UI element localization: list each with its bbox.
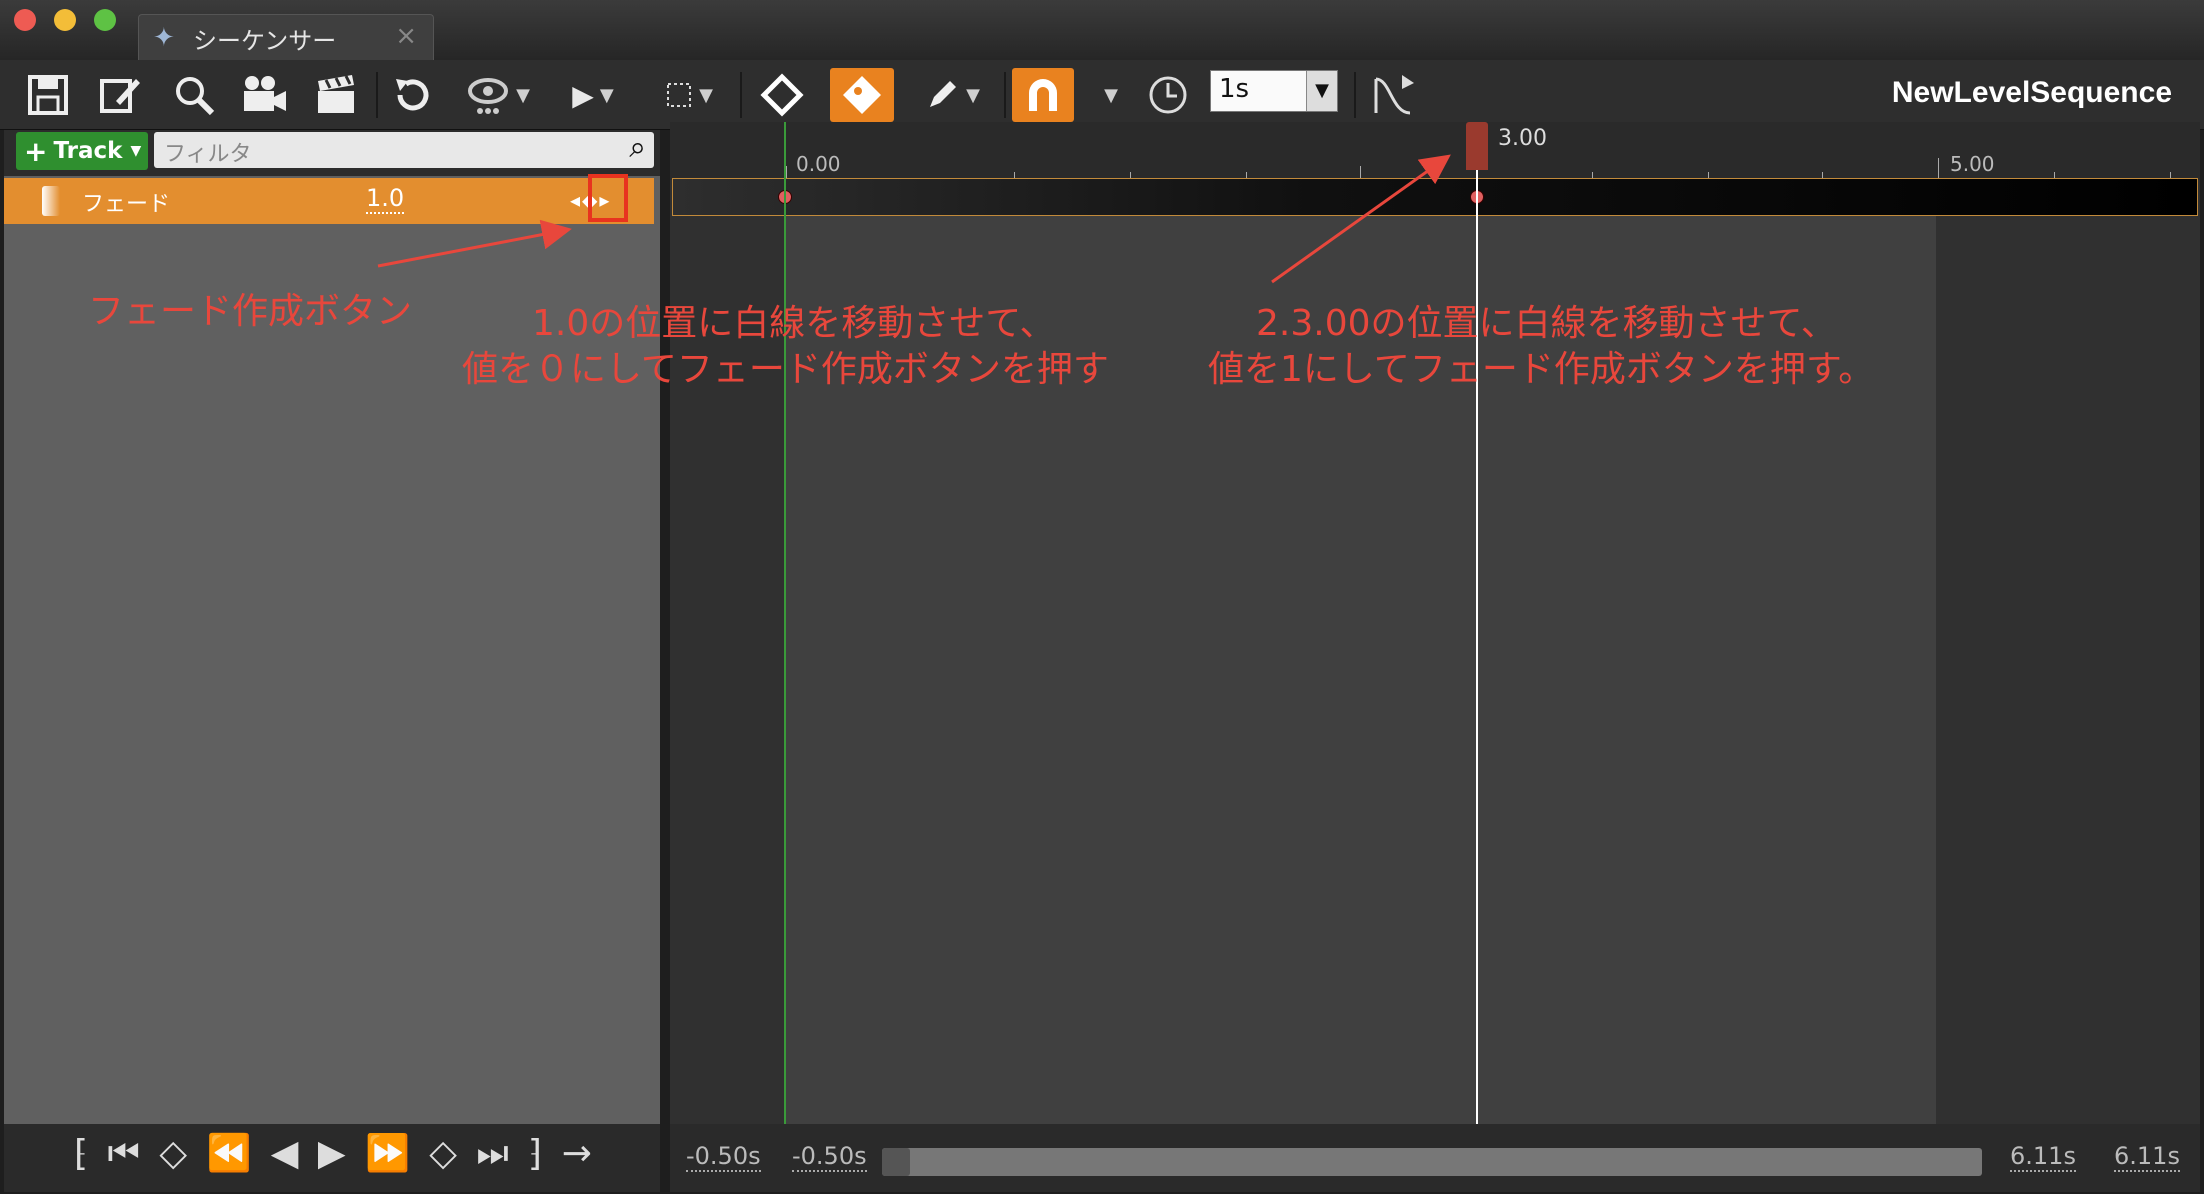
sequencer-icon: ✦	[153, 23, 175, 53]
selection-dropdown[interactable]: ▼	[656, 68, 722, 122]
chevron-down-icon: ▼	[966, 84, 980, 106]
playback-start-marker[interactable]	[784, 122, 786, 1124]
scrollbar-thumb[interactable]	[882, 1148, 910, 1176]
annotation-step2-line2: 値を1にしてフェード作成ボタンを押す。	[1208, 349, 1875, 390]
filter-placeholder: フィルタ	[164, 142, 252, 167]
view-start-field[interactable]: -0.50s	[686, 1142, 761, 1172]
camera-button[interactable]	[236, 68, 292, 122]
playback-end-field[interactable]: 6.11s	[2010, 1142, 2076, 1172]
pencil-icon	[930, 81, 957, 107]
search-icon	[176, 77, 215, 116]
key-all-button[interactable]	[752, 68, 812, 122]
save-icon	[28, 75, 68, 115]
annotation-step1-line2: 値を０にしてフェード作成ボタンを押す	[462, 349, 1109, 390]
playhead-time: 3.00	[1498, 126, 1547, 151]
edit-button[interactable]	[92, 68, 148, 122]
tab-label: シーケンサー	[193, 27, 337, 55]
play-dropdown[interactable]: ▶ ▼	[562, 68, 624, 122]
camera-icon	[244, 76, 286, 111]
close-window-button[interactable]	[14, 9, 36, 31]
curve-icon	[1374, 75, 1414, 115]
view-end-field[interactable]: 6.11s	[2114, 1142, 2180, 1172]
render-movie-button[interactable]	[308, 68, 364, 122]
fade-value-field[interactable]: 1.0	[366, 184, 405, 214]
annotation-step2-line1: 2.3.00の位置に白線を移動させて、	[1256, 303, 1837, 344]
curve-editor-button[interactable]	[1366, 68, 1422, 122]
playback-buttons[interactable]: ⁅ ⏮ ◇ ⏪ ◀ ▶ ⏩ ◇ ⏭ ⁆ →	[74, 1132, 596, 1175]
save-button[interactable]	[20, 68, 76, 122]
add-track-label: Track	[53, 138, 123, 164]
auto-key-button[interactable]	[830, 68, 894, 122]
chevron-down-icon: ▼	[130, 143, 142, 159]
snap-interval-select[interactable]: 1s ▼	[1210, 70, 1338, 112]
fade-track-icon	[42, 186, 60, 216]
filter-input[interactable]: フィルタ ⌕	[154, 130, 654, 168]
undo-icon	[396, 79, 429, 111]
snap-toggle-button[interactable]	[1012, 68, 1074, 122]
ruler-tick	[1938, 158, 1939, 178]
pre-range-region	[670, 122, 784, 1124]
sequence-name: NewLevelSequence	[1891, 76, 2172, 109]
selection-icon	[667, 83, 692, 107]
add-key-highlight	[588, 174, 628, 222]
annotation-fade-button: フェード作成ボタン	[88, 291, 413, 332]
post-range-region	[1936, 122, 2200, 1124]
clock-icon	[1149, 76, 1187, 114]
track-label: フェード	[82, 192, 171, 217]
track-list-panel: + Track ▼ フィルタ ⌕ フェード 1.0 ◂◆▸	[4, 130, 660, 1124]
chevron-down-icon: ▼	[699, 84, 713, 106]
maximize-window-button[interactable]	[94, 9, 116, 31]
minimize-window-button[interactable]	[54, 9, 76, 31]
view-range-bar: -0.50s -0.50s 6.11s 6.11s	[670, 1124, 2200, 1192]
key-diamond-icon	[760, 73, 804, 117]
search-icon: ⌕	[629, 130, 646, 165]
snap-options-dropdown[interactable]: ▼	[1094, 68, 1122, 122]
track-row-fade[interactable]: フェード 1.0 ◂◆▸	[4, 174, 654, 224]
chevron-down-icon: ▼	[1306, 71, 1337, 111]
eye-icon	[468, 78, 509, 114]
ruler-label-5: 5.00	[1950, 152, 1995, 176]
transport-controls: ⁅ ⏮ ◇ ⏪ ◀ ▶ ⏩ ◇ ⏭ ⁆ →	[4, 1124, 660, 1192]
edit-icon	[100, 79, 140, 113]
clapperboard-icon	[318, 75, 354, 113]
window-titlebar: ✦ シーケンサー ×	[0, 0, 2204, 60]
chevron-down-icon: ▼	[516, 84, 530, 106]
undo-button[interactable]	[384, 68, 440, 122]
toolbar: ▼ ▶ ▼ ▼ ▼ ▼ 1s ▼ NewLevelSequence	[0, 60, 2204, 130]
chevron-down-icon: ▼	[599, 84, 614, 106]
add-track-button[interactable]: + Track ▼	[16, 132, 148, 170]
visibility-dropdown[interactable]: ▼	[460, 68, 536, 122]
tab-sequencer[interactable]: ✦ シーケンサー ×	[138, 14, 434, 60]
time-ruler[interactable]: 0.00 5.00	[670, 122, 2200, 180]
find-button[interactable]	[166, 68, 222, 122]
track-list-header: + Track ▼ フィルタ ⌕	[4, 130, 660, 176]
play-icon: ▶	[572, 78, 594, 112]
playback-start-field[interactable]: -0.50s	[792, 1142, 867, 1172]
fade-section[interactable]	[672, 178, 2198, 216]
playhead-handle[interactable]	[1466, 122, 1488, 170]
ruler-tick	[1360, 166, 1361, 178]
magnet-icon	[1029, 79, 1057, 111]
timeline-scrollbar[interactable]	[882, 1148, 1982, 1176]
ruler-tick	[786, 166, 787, 178]
edit-mode-dropdown[interactable]: ▼	[916, 68, 988, 122]
snap-interval-value: 1s	[1219, 74, 1250, 104]
time-snap-button[interactable]	[1140, 68, 1196, 122]
close-tab-button[interactable]: ×	[395, 21, 417, 51]
ruler-label-0: 0.00	[796, 152, 841, 176]
annotation-step1-line1: 1.0の位置に白線を移動させて、	[532, 303, 1056, 344]
timeline-area[interactable]: 0.00 5.00 3.00	[670, 122, 2200, 1124]
key-tag-icon	[843, 76, 881, 114]
chevron-down-icon: ▼	[1104, 84, 1118, 106]
plus-icon: +	[24, 134, 48, 168]
